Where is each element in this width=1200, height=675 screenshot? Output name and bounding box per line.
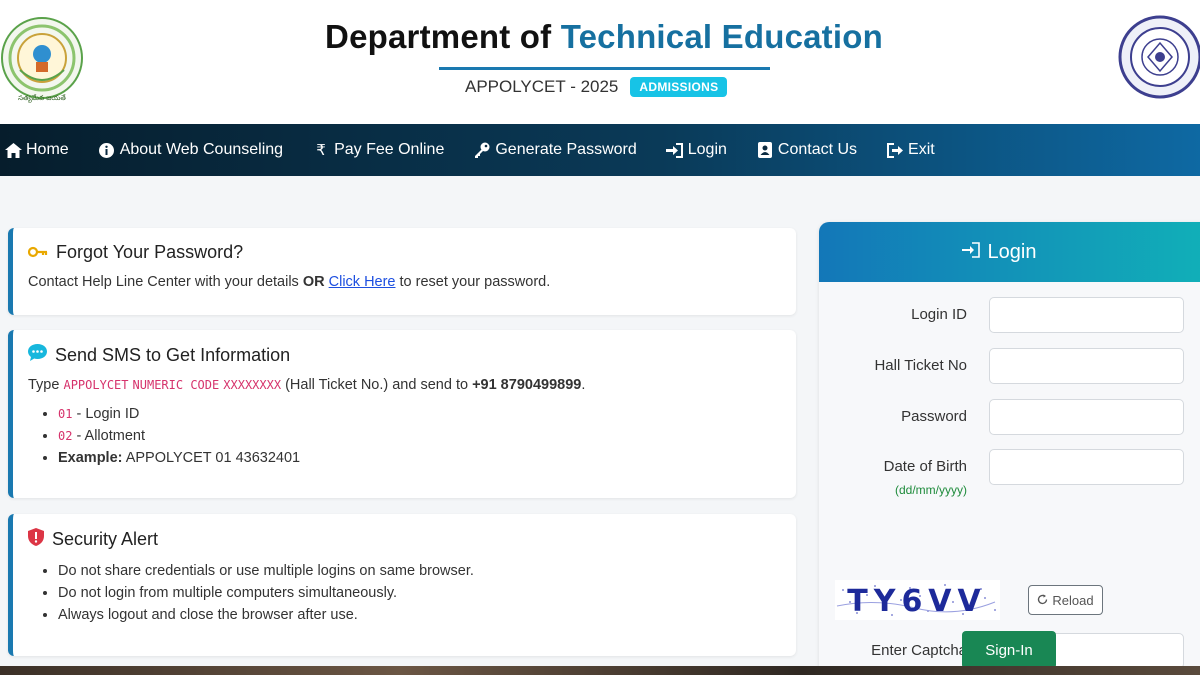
forgot-password-title-text: Forgot Your Password?: [56, 242, 244, 262]
nav-home[interactable]: Home: [4, 141, 69, 159]
sms-code-list: 01 - Login ID 02 - Allotment Example: AP…: [28, 403, 796, 469]
subtitle: APPOLYCET - 2025 ADMISSIONS: [465, 77, 728, 97]
reload-captcha-button[interactable]: Reload: [1028, 585, 1103, 615]
password-label: Password: [901, 408, 967, 425]
forgot-password-card: Forgot Your Password? Contact Help Line …: [8, 228, 796, 315]
list-item: Do not share credentials or use multiple…: [58, 560, 796, 582]
dob-format-hint: (dd/mm/yyyy): [895, 483, 967, 497]
state-board-seal-logo: [1118, 15, 1200, 99]
login-icon: [666, 142, 684, 158]
sms-info-card: Send SMS to Get Information Type APPOLYC…: [8, 330, 796, 498]
info-icon: [98, 142, 116, 158]
footer-image-strip: [0, 666, 1200, 675]
captcha-label: Enter Captcha: [871, 642, 967, 659]
dob-label: Date of Birth: [883, 458, 967, 475]
sms-item-1-text: - Login ID: [72, 406, 140, 422]
sms-type-label: Type: [28, 377, 64, 393]
sms-period: .: [581, 377, 586, 393]
code-hallticket: XXXXXXXX: [223, 378, 282, 392]
nav-exit[interactable]: Exit: [886, 141, 935, 159]
reload-label: Reload: [1052, 592, 1094, 608]
sms-instruction: Type APPOLYCET NUMERIC CODE XXXXXXXX (Ha…: [28, 375, 796, 395]
list-item: Do not login from multiple computers sim…: [58, 582, 796, 604]
forgot-text-before: Contact Help Line Center with your detai…: [28, 274, 303, 290]
nav-exit-label: Exit: [908, 141, 935, 158]
chat-bubble-icon: [28, 344, 47, 366]
forgot-password-text: Contact Help Line Center with your detai…: [28, 272, 796, 292]
login-icon: [961, 241, 980, 264]
refresh-icon: [1037, 593, 1048, 608]
nav-login-label: Login: [687, 141, 727, 158]
captcha-image: TY6VV: [835, 580, 1000, 620]
security-list: Do not share credentials or use multiple…: [28, 560, 796, 626]
security-title-text: Security Alert: [52, 529, 159, 549]
nav-about-web-counseling[interactable]: About Web Counseling: [98, 141, 283, 159]
admissions-badge: ADMISSIONS: [630, 77, 728, 97]
login-id-input[interactable]: [989, 297, 1184, 333]
security-title: Security Alert: [28, 528, 796, 551]
list-item: Example: APPOLYCET 01 43632401: [58, 447, 796, 469]
login-id-label: Login ID: [911, 306, 967, 323]
nav-home-label: Home: [26, 141, 69, 158]
header: సత్యమేవ జయతే Department of Technical Edu…: [0, 0, 1200, 124]
dob-input[interactable]: [989, 449, 1184, 485]
login-panel-header: Login: [819, 222, 1200, 282]
rupee-icon: ₹: [316, 142, 326, 159]
contact-icon: [756, 142, 774, 158]
code-numeric: NUMERIC CODE: [132, 378, 220, 392]
sms-code-01: 01: [58, 407, 73, 421]
nav-contact-us[interactable]: Contact Us: [756, 141, 857, 159]
nav-contact-label: Contact Us: [777, 141, 858, 158]
list-item: 01 - Login ID: [58, 403, 796, 425]
forgot-password-title: Forgot Your Password?: [27, 242, 796, 263]
forgot-or: OR: [302, 274, 325, 290]
login-panel: Login Login ID Hall Ticket No Password D…: [819, 222, 1200, 675]
title-divider: [439, 67, 770, 70]
key-icon: [473, 142, 491, 158]
login-panel-title: Login: [987, 240, 1037, 263]
forgot-text-after: to reset your password.: [395, 274, 551, 290]
emblem-motto: సత్యమేవ జయతే: [18, 94, 66, 103]
sms-example-label: Example:: [58, 450, 123, 466]
login-form: Login ID Hall Ticket No Password Date of…: [819, 282, 1200, 675]
sms-code-02: 02: [58, 429, 73, 443]
password-input[interactable]: [989, 399, 1184, 435]
sms-title: Send SMS to Get Information: [28, 344, 796, 366]
hall-ticket-label: Hall Ticket No: [874, 357, 967, 374]
security-alert-card: Security Alert Do not share credentials …: [8, 514, 796, 656]
main-nav: Home About Web Counseling ₹ Pay Fee Onli…: [0, 124, 1200, 176]
home-icon: [4, 142, 22, 158]
sms-text-mid: (Hall Ticket No.) and send to: [281, 377, 473, 393]
nav-login[interactable]: Login: [666, 141, 727, 159]
list-item: 02 - Allotment: [58, 425, 796, 447]
sms-number: +91 8790499899: [472, 377, 582, 393]
sms-title-text: Send SMS to Get Information: [55, 344, 291, 365]
subtitle-text: APPOLYCET - 2025: [465, 77, 619, 96]
captcha-text: TY6VV: [847, 584, 987, 619]
nav-generate-password[interactable]: Generate Password: [473, 141, 637, 159]
exit-icon: [886, 142, 904, 158]
nav-generate-password-label: Generate Password: [495, 141, 637, 158]
nav-pay-fee-online[interactable]: ₹ Pay Fee Online: [312, 141, 444, 159]
list-item: Always logout and close the browser afte…: [58, 604, 796, 626]
title-part-1: Department of: [325, 18, 561, 55]
key-icon: [27, 242, 48, 263]
title-part-2: Technical Education: [560, 18, 883, 55]
sign-in-button[interactable]: Sign-In: [962, 631, 1056, 669]
page-title: Department of Technical Education: [0, 18, 1200, 56]
nav-about-label: About Web Counseling: [119, 141, 284, 158]
sms-item-2-text: - Allotment: [72, 428, 145, 444]
shield-alert-icon: [28, 528, 44, 551]
code-appolycet: APPOLYCET: [63, 378, 129, 392]
hall-ticket-input[interactable]: [989, 348, 1184, 384]
nav-pay-fee-label: Pay Fee Online: [334, 141, 445, 158]
sms-example-text: APPOLYCET 01 43632401: [122, 450, 301, 466]
reset-password-link[interactable]: Click Here: [329, 274, 396, 290]
